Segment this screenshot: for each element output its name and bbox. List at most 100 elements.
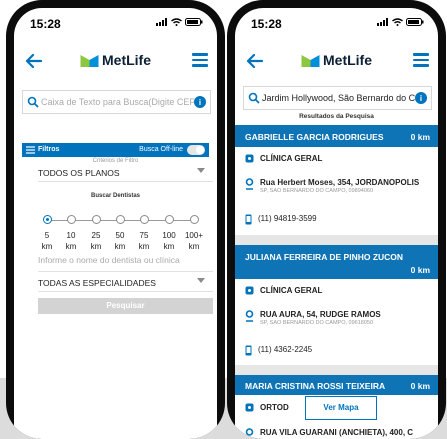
- search-bar[interactable]: Caixa de Texto para Busca(Digite CEP, En…: [22, 90, 211, 114]
- phone-icon: [245, 214, 252, 225]
- dentists-title: Buscar Dentistas: [90, 193, 141, 199]
- distance-label: 50 km: [114, 231, 126, 251]
- screen-results: 15:28 MetLife Jardim Hollywood, São Bern…: [235, 8, 438, 439]
- address-row[interactable]: RUA VILA GUARANI (ANCHIETA), 400, C: [245, 428, 413, 439]
- search-icon: [248, 92, 260, 104]
- result-name: MARIA CRISTINA ROSSI TEIXEIRA: [245, 381, 386, 391]
- back-arrow-icon[interactable]: [245, 51, 265, 71]
- back-arrow-icon[interactable]: [24, 51, 44, 71]
- phone-row[interactable]: (11) 4362-2245: [245, 345, 312, 356]
- distance-radio-100-plus[interactable]: [190, 215, 199, 224]
- distance-radio-25[interactable]: [92, 215, 101, 224]
- offline-toggle[interactable]: [187, 145, 205, 155]
- dentist-name-input[interactable]: Informe o nome do dentista ou clínica: [38, 255, 213, 272]
- plan-select-value: TODOS OS PLANOS: [38, 168, 120, 178]
- wifi-icon: [392, 18, 403, 26]
- chevron-down-icon: [197, 278, 205, 283]
- logo-text: MetLife: [102, 52, 151, 68]
- address-row[interactable]: RUA AURA, 54, RUDGE RAMOS SP, SAO BERNAR…: [245, 310, 381, 326]
- phone-icon: [245, 345, 252, 356]
- criteria-title: Critérios de Filtro: [92, 158, 139, 164]
- result-address: Rua Herbert Moses, 354, JORDANOPOLIS: [260, 178, 420, 187]
- specialty-select[interactable]: TODAS AS ESPECIALIDADES: [38, 275, 213, 292]
- phone-row[interactable]: (11) 94819-3599: [245, 214, 317, 225]
- location-pin-icon: [245, 310, 254, 322]
- distance-label: 25 km: [90, 231, 102, 251]
- phone-right: 15:28 MetLife Jardim Hollywood, São Bern…: [227, 0, 446, 439]
- search-input[interactable]: Jardim Hollywood, São Bernardo do Cam: [260, 93, 415, 103]
- distance-radio-100[interactable]: [165, 215, 174, 224]
- specialty-row: ORTOD: [245, 403, 289, 412]
- chevron-down-icon: [197, 168, 205, 173]
- menu-icon[interactable]: [413, 53, 429, 67]
- app-header: MetLife: [235, 44, 438, 82]
- status-icons: [156, 18, 203, 26]
- search-icon: [27, 96, 39, 108]
- battery-icon: [406, 18, 424, 26]
- wifi-icon: [171, 18, 182, 26]
- metlife-logo: MetLife: [301, 52, 372, 68]
- status-bar: 15:28: [14, 8, 217, 42]
- search-input[interactable]: Caixa de Texto para Busca(Digite CEP, En: [39, 97, 194, 107]
- filters-title: Filtros: [38, 146, 60, 153]
- result-specialty: ORTOD: [260, 403, 289, 412]
- tooth-icon: [245, 154, 254, 163]
- tooth-icon: [245, 403, 254, 412]
- distance-label: 100 km: [162, 231, 176, 251]
- status-icons: [377, 18, 424, 26]
- result-name: GABRIELLE GARCIA RODRIGUES: [245, 132, 384, 142]
- result-distance: 0 km: [410, 132, 430, 142]
- screen-filters: 15:28 MetLife Caixa de Texto para Busca(…: [14, 8, 217, 439]
- distance-label: 10 km: [65, 231, 77, 251]
- location-pin-icon: [245, 428, 254, 439]
- distance-radio-50[interactable]: [116, 215, 125, 224]
- view-map-button[interactable]: Ver Mapa: [305, 396, 377, 420]
- status-time: 15:28: [30, 17, 61, 31]
- offline-label: Busca Off-line: [139, 146, 183, 153]
- distance-radio-5[interactable]: [43, 215, 52, 224]
- plan-select[interactable]: TODOS OS PLANOS: [38, 165, 213, 182]
- distance-label: 100+ km: [184, 231, 204, 251]
- metlife-logo-icon: [80, 55, 98, 67]
- status-bar: 15:28: [235, 8, 438, 42]
- phone-left: 15:28 MetLife Caixa de Texto para Busca(…: [6, 0, 225, 439]
- search-button[interactable]: Pesquisar: [38, 298, 213, 314]
- result-specialty: CLÍNICA GERAL: [260, 286, 323, 295]
- separator: [235, 235, 438, 245]
- distance-radio-75[interactable]: [140, 215, 149, 224]
- status-time: 15:28: [251, 17, 282, 31]
- filter-icon: [26, 146, 35, 154]
- specialty-select-value: TODAS AS ESPECIALIDADES: [38, 278, 156, 288]
- metlife-logo: MetLife: [80, 52, 151, 68]
- address-block: Rua Herbert Moses, 354, JORDANOPOLIS SP,…: [260, 178, 419, 194]
- result-address: RUA VILA GUARANI (ANCHIETA), 400, C: [260, 428, 414, 437]
- result-distance: 0 km: [410, 381, 430, 391]
- menu-icon[interactable]: [192, 53, 208, 67]
- result-phone: (11) 94819-3599: [258, 214, 317, 223]
- results-title: Resultados da Pesquisa: [299, 113, 374, 120]
- separator: [235, 365, 438, 375]
- result-specialty: CLÍNICA GERAL: [260, 154, 323, 163]
- distance-radio-10[interactable]: [67, 215, 76, 224]
- distance-label: 75 km: [138, 231, 150, 251]
- result-city: SP, SAO BERNARDO DO CAMPO, 09618050: [260, 320, 373, 326]
- result-header[interactable]: GABRIELLE GARCIA RODRIGUES 0 km: [235, 125, 438, 147]
- battery-icon: [185, 18, 203, 26]
- result-header[interactable]: JULIANA FERREIRA DE PINHO ZUCON 0 km: [235, 245, 438, 279]
- tooth-icon: [245, 286, 254, 295]
- specialty-row: CLÍNICA GERAL: [245, 286, 322, 295]
- info-icon[interactable]: i: [415, 92, 427, 104]
- filters-bar[interactable]: Filtros Busca Off-line: [22, 143, 209, 157]
- logo-text: MetLife: [323, 52, 372, 68]
- search-bar[interactable]: Jardim Hollywood, São Bernardo do Cam i: [243, 86, 432, 110]
- result-distance: 0 km: [410, 265, 430, 275]
- distance-label: 5 km: [41, 231, 53, 251]
- info-icon[interactable]: i: [194, 96, 206, 108]
- result-header[interactable]: MARIA CRISTINA ROSSI TEIXEIRA 0 km: [235, 375, 438, 395]
- location-pin-icon: [245, 178, 254, 190]
- signal-icon: [377, 18, 388, 26]
- app-header: MetLife: [14, 44, 217, 82]
- result-phone: (11) 4362-2245: [258, 345, 313, 354]
- signal-icon: [156, 18, 167, 26]
- address-row[interactable]: Rua Herbert Moses, 354, JORDANOPOLIS SP,…: [245, 178, 419, 194]
